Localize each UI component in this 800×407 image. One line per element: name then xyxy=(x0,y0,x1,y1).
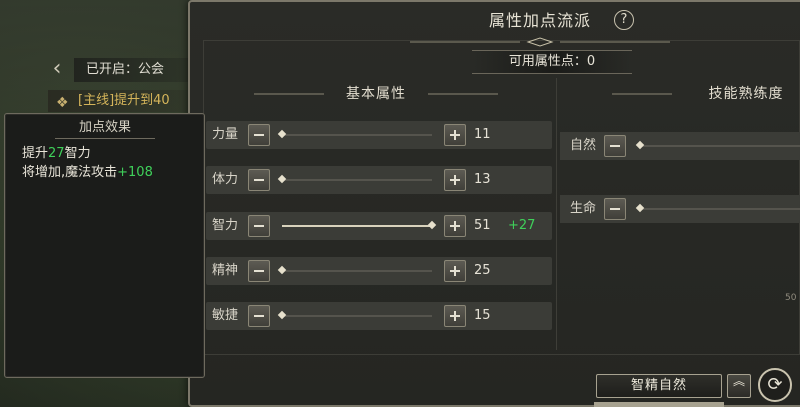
skill-label: 生命 xyxy=(570,201,597,216)
attribute-slider[interactable] xyxy=(277,129,432,139)
attribute-value: 15 xyxy=(474,308,491,323)
panel-title: 属性加点流派 xyxy=(488,11,591,30)
title-ornament xyxy=(410,37,670,47)
quest-icon: ❖ xyxy=(56,95,69,111)
basic-attributes-header: 基本属性 xyxy=(254,83,498,105)
attribute-slider[interactable] xyxy=(277,310,432,320)
slider-knob[interactable] xyxy=(427,220,437,230)
attribute-row: 精神 25 xyxy=(206,257,552,285)
skill-label: 自然 xyxy=(570,138,597,153)
minus-button[interactable] xyxy=(248,305,270,327)
tooltip-text: 提升 xyxy=(22,146,49,161)
skill-minus-button[interactable] xyxy=(604,135,626,157)
basic-attributes-title: 基本属性 xyxy=(346,86,406,102)
back-arrow-icon[interactable]: ‹ xyxy=(46,58,68,80)
minus-button[interactable] xyxy=(248,124,270,146)
plus-button[interactable] xyxy=(444,169,466,191)
minus-button[interactable] xyxy=(248,260,270,282)
attribute-label: 力量 xyxy=(212,127,239,142)
attribute-row: 力量 11 xyxy=(206,121,552,149)
tooltip-line-1: 提升27智力 xyxy=(22,142,91,161)
attribute-label: 体力 xyxy=(212,172,239,187)
attribute-slider[interactable] xyxy=(277,265,432,275)
point-effect-tooltip: 加点效果 提升27智力 将增加,魔法攻击+108 xyxy=(4,113,205,378)
slider-knob[interactable] xyxy=(277,265,287,275)
available-points: 可用属性点：0 xyxy=(472,50,632,74)
attribute-row: 敏捷 15 xyxy=(206,302,552,330)
attribute-label: 敏捷 xyxy=(212,308,239,323)
slider-fill xyxy=(282,225,432,227)
plus-button[interactable] xyxy=(444,215,466,237)
attribute-value: 13 xyxy=(474,172,491,187)
skill-value-fragment: 50 xyxy=(785,293,797,303)
tooltip-title: 加点效果 xyxy=(55,118,155,139)
slider-knob[interactable] xyxy=(277,129,287,139)
slider-knob[interactable] xyxy=(277,310,287,320)
skill-row-life: 生命 xyxy=(560,195,800,223)
skill-slider[interactable] xyxy=(635,203,800,213)
attribute-label: 精神 xyxy=(212,263,239,278)
unlocked-feature-label: 已开启：公会 xyxy=(74,58,204,82)
attribute-value: 11 xyxy=(474,127,491,142)
minus-button[interactable] xyxy=(248,169,270,191)
tooltip-amount: 27 xyxy=(48,146,65,161)
skill-row-nature: 自然 xyxy=(560,132,800,160)
tooltip-bonus: +108 xyxy=(117,165,153,180)
attribute-value: 25 xyxy=(474,263,491,278)
attribute-bonus: +27 xyxy=(508,218,536,233)
slider-knob[interactable] xyxy=(277,174,287,184)
skill-minus-button[interactable] xyxy=(604,198,626,220)
skill-slider[interactable] xyxy=(635,140,800,150)
attribute-slider[interactable] xyxy=(277,174,432,184)
build-preset-button[interactable]: 智精自然 xyxy=(596,374,722,398)
column-divider xyxy=(556,78,557,350)
collapse-arrow-icon[interactable]: ︽ xyxy=(727,374,751,398)
plus-button[interactable] xyxy=(444,124,466,146)
main-quest-tracker[interactable]: ❖ [主线]提升到40 xyxy=(48,90,198,112)
plus-button[interactable] xyxy=(444,305,466,327)
attribute-value: 51 xyxy=(474,218,491,233)
slider-knob[interactable] xyxy=(635,140,645,150)
help-icon[interactable]: ? xyxy=(614,10,634,30)
attribute-row: 智力 51 +27 xyxy=(206,212,552,240)
attribute-label: 智力 xyxy=(212,218,239,233)
plus-button[interactable] xyxy=(444,260,466,282)
skills-title: 技能熟练度 xyxy=(708,86,784,102)
tooltip-text: 将增加,魔法攻击 xyxy=(22,165,118,180)
tooltip-text: 智力 xyxy=(64,146,91,161)
attribute-slider[interactable] xyxy=(282,220,437,230)
skills-header: 技能熟练度 xyxy=(612,83,800,105)
minus-button[interactable] xyxy=(248,215,270,237)
tooltip-line-2: 将增加,魔法攻击+108 xyxy=(22,161,153,180)
attribute-row: 体力 13 xyxy=(206,166,552,194)
refresh-icon[interactable]: ⟳ xyxy=(758,368,792,402)
main-quest-text: [主线]提升到40 xyxy=(78,93,170,108)
preset-underline xyxy=(594,402,724,407)
slider-knob[interactable] xyxy=(635,203,645,213)
